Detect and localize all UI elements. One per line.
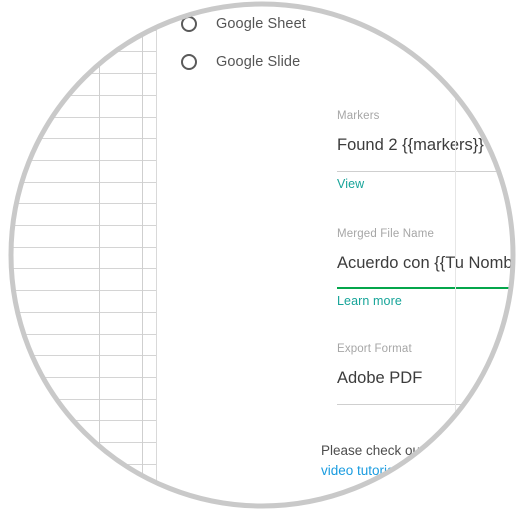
sheet-row-line: [0, 95, 157, 96]
document-merge-addon-panel: Google Sheet Google Slide Markers Found …: [157, 0, 520, 520]
sheet-row-line: [0, 8, 157, 9]
export-format-field: Export Format Adobe PDF: [337, 343, 520, 405]
sheet-row-line: [0, 160, 157, 161]
help-center-link[interactable]: help center: [450, 443, 517, 458]
sheet-row-line: [0, 507, 157, 508]
sidebar-right-edge: [455, 0, 456, 520]
footer-prefix: Please check out the: [321, 443, 451, 458]
radio-option-label: Google Slide: [216, 53, 301, 70]
sheet-row-line: [0, 268, 157, 269]
markers-underline: [337, 170, 520, 172]
sheet-row-line: [0, 247, 157, 248]
merged-file-name-input[interactable]: Acuerdo con {{Tu Nombre}}: [337, 253, 520, 287]
sheet-row-line: [0, 420, 157, 421]
export-format-dropdown[interactable]: Adobe PDF: [337, 368, 520, 404]
sheet-row-line: [0, 30, 157, 31]
sheet-row-line: [0, 399, 157, 400]
sheet-row-line: [0, 203, 157, 204]
sheet-row-line: [0, 485, 157, 486]
sheet-row-line: [0, 355, 157, 356]
merged-file-name-actions: Learn more: [337, 294, 520, 308]
sheet-row-line: [0, 73, 157, 74]
sheet-row-line: [0, 464, 157, 465]
merged-file-name-underline: [337, 286, 520, 289]
sheet-row-line: [0, 225, 157, 226]
markers-dropdown[interactable]: Found 2 {{markers}}: [337, 135, 520, 171]
sheet-row-line: [0, 334, 157, 335]
radio-icon[interactable]: [181, 54, 197, 70]
sheet-row-line: [0, 377, 157, 378]
radio-option-google-slide[interactable]: Google Slide: [181, 54, 300, 70]
view-markers-link[interactable]: View: [337, 177, 364, 191]
merged-file-name-label: Merged File Name: [337, 228, 434, 240]
markers-field: Markers Found 2 {{markers}}: [337, 110, 520, 172]
sheet-row-line: [0, 442, 157, 443]
merged-file-name-field: Merged File Name Acuerdo con {{Tu Nombre…: [337, 228, 520, 289]
sheet-row-line: [0, 182, 157, 183]
markers-actions: View Refresh ↻: [337, 176, 520, 192]
video-tutorials-link[interactable]: video tutorials: [321, 463, 404, 478]
radio-icon[interactable]: [181, 16, 197, 32]
markers-label: Markers: [337, 110, 380, 122]
markers-value: Found 2 {{markers}}: [337, 135, 484, 154]
sheet-column-line: [142, 0, 143, 520]
footer-help-text: Please check out the help center and vid…: [321, 441, 520, 481]
footer-suffix: to get started.: [404, 463, 491, 478]
export-format-underline: [337, 403, 520, 405]
sheet-row-line: [0, 290, 157, 291]
radio-option-label: Google Sheet: [216, 15, 306, 32]
refresh-label: Refresh: [510, 177, 520, 191]
export-format-label: Export Format: [337, 343, 412, 355]
learn-more-link[interactable]: Learn more: [337, 294, 402, 308]
sheet-column-line: [99, 0, 100, 520]
export-format-value: Adobe PDF: [337, 368, 423, 387]
sheet-row-line: [0, 51, 157, 52]
radio-option-google-sheet[interactable]: Google Sheet: [181, 16, 306, 32]
refresh-markers-button[interactable]: Refresh ↻: [510, 176, 520, 191]
sheet-row-line: [0, 138, 157, 139]
sheet-row-line: [0, 117, 157, 118]
screenshot-stage: Google Sheet Google Slide Markers Found …: [0, 0, 520, 520]
sheet-row-line: [0, 312, 157, 313]
merged-file-name-value: Acuerdo con {{Tu Nombre}}: [337, 253, 520, 272]
background-spreadsheet-grid[interactable]: [0, 0, 157, 520]
